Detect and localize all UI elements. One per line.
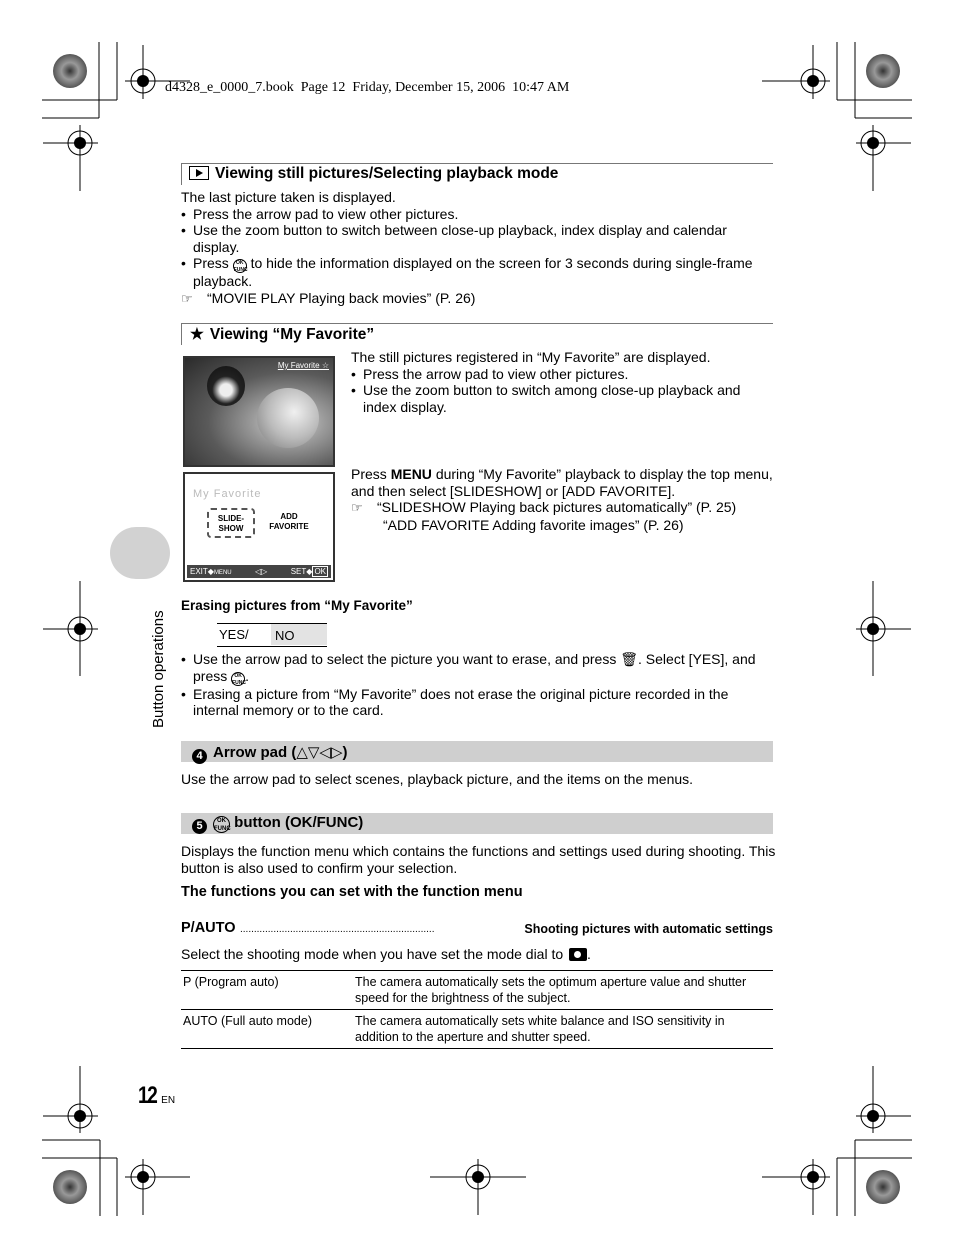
menu-screen-title: My Favorite bbox=[193, 488, 262, 500]
favorite-menu-text: Press MENU during “My Favorite” playback… bbox=[351, 466, 776, 533]
section-rule bbox=[181, 323, 773, 324]
favorite-menu-screen: My Favorite SLIDE- SHOW ADD FAVORITE EXI… bbox=[183, 472, 335, 582]
camera-icon bbox=[569, 948, 588, 961]
list-item: • Press the arrow pad to view other pictu… bbox=[351, 365, 629, 382]
side-tab-label: Button operations bbox=[150, 610, 167, 728]
print-header: d4328_e_0000_7.book Page 12 Friday, Dece… bbox=[165, 80, 570, 95]
arrows-icon: ◁▷ bbox=[255, 567, 268, 576]
erasing-body: • Use the arrow pad to select the picture… bbox=[181, 651, 776, 719]
number-badge: 4 bbox=[192, 749, 207, 764]
reference: “ADD FAVORITE Adding favorite images” (P… bbox=[383, 516, 684, 533]
color-target-icon bbox=[53, 54, 87, 88]
favorite-body: The still pictures registered in “My Fav… bbox=[351, 349, 776, 415]
arrow-pad-text: Use the arrow pad to select scenes, play… bbox=[181, 771, 694, 787]
reference-icon: ☞ bbox=[351, 500, 363, 515]
no-option-selected: NO bbox=[271, 624, 327, 645]
reference-icon: ☞ bbox=[181, 290, 193, 306]
yesno-rule-bottom bbox=[217, 646, 327, 647]
page-number: 12 EN bbox=[138, 1082, 176, 1109]
function-table: P (Program auto) The camera automaticall… bbox=[181, 970, 773, 1049]
section-title-favorite: ★ Viewing “My Favorite” bbox=[190, 326, 375, 343]
star-icon: ★ bbox=[190, 326, 204, 343]
list-item: • Use the arrow pad to select the picture… bbox=[181, 651, 756, 686]
playback-body: The last picture taken is displayed. • Pr… bbox=[181, 189, 776, 307]
section-rule-left bbox=[181, 323, 182, 345]
table-row: P (Program auto) The camera automaticall… bbox=[181, 970, 773, 1010]
arrow-keys-icon: △▽◁▷ bbox=[296, 744, 343, 761]
reference: ☞ “SLIDESHOW Playing back pictures automa… bbox=[351, 499, 737, 515]
section-tab bbox=[110, 527, 170, 579]
pauto-row: P/AUTO .................................… bbox=[181, 919, 773, 937]
favorite-photo-screen: My Favorite ☆ bbox=[183, 356, 335, 467]
yes-option: YES/ bbox=[219, 627, 249, 642]
ok-func-icon: OK FUNC bbox=[231, 671, 247, 686]
function-menu-heading: The functions you can set with the funct… bbox=[181, 884, 523, 900]
table-row: AUTO (Full auto mode) The camera automat… bbox=[181, 1009, 773, 1049]
section-title-ok-button: 5 OK FUNC button (OK/FUNC) bbox=[192, 814, 363, 834]
list-item: • Press OK FUNC to hide the information di… bbox=[181, 255, 753, 289]
dot-leader: ........................................… bbox=[239, 924, 435, 935]
add-favorite-option[interactable]: ADD FAVORITE bbox=[263, 512, 315, 532]
erasing-heading: Erasing pictures from “My Favorite” bbox=[181, 598, 413, 613]
menu-key: MENU bbox=[390, 466, 432, 482]
pauto-label: P/AUTO bbox=[181, 920, 236, 936]
list-item: • Use the zoom button to switch among clo… bbox=[351, 382, 741, 415]
mode-dial-text: Select the shooting mode when you have s… bbox=[181, 946, 591, 962]
erase-icon: 🗑 bbox=[620, 651, 639, 667]
menu-screen-footer: EXIT◆MENU ◁▷ SET◆ OK bbox=[187, 565, 331, 578]
ok-func-icon: OK FUNC bbox=[232, 259, 248, 273]
play-icon bbox=[189, 166, 209, 180]
section-rule bbox=[181, 163, 773, 164]
ok-button-text: Displays the function menu which contain… bbox=[181, 843, 776, 876]
pauto-description: Shooting pictures with automatic setting… bbox=[522, 922, 773, 936]
reference: ☞ “MOVIE PLAY Playing back movies” (P. 26… bbox=[181, 289, 476, 306]
puppy-shape bbox=[207, 366, 245, 406]
photo-label: My Favorite ☆ bbox=[277, 361, 329, 370]
section-title-arrow-pad: 4 Arrow pad (△▽◁▷) bbox=[192, 743, 348, 764]
list-item: • Erasing a picture from “My Favorite” do… bbox=[181, 685, 729, 719]
ok-func-icon: OK FUNC bbox=[213, 816, 231, 833]
number-badge: 5 bbox=[192, 819, 207, 834]
boy-head-shape bbox=[257, 388, 319, 448]
list-item: • Press the arrow pad to view other pictu… bbox=[181, 205, 459, 222]
section-title-playback: Viewing still pictures/Selecting playbac… bbox=[189, 165, 558, 183]
playback-intro: The last picture taken is displayed. bbox=[181, 189, 396, 205]
list-item: • Use the zoom button to switch between c… bbox=[181, 222, 727, 255]
slideshow-option[interactable]: SLIDE- SHOW bbox=[207, 508, 255, 538]
section-rule-left bbox=[181, 163, 182, 185]
